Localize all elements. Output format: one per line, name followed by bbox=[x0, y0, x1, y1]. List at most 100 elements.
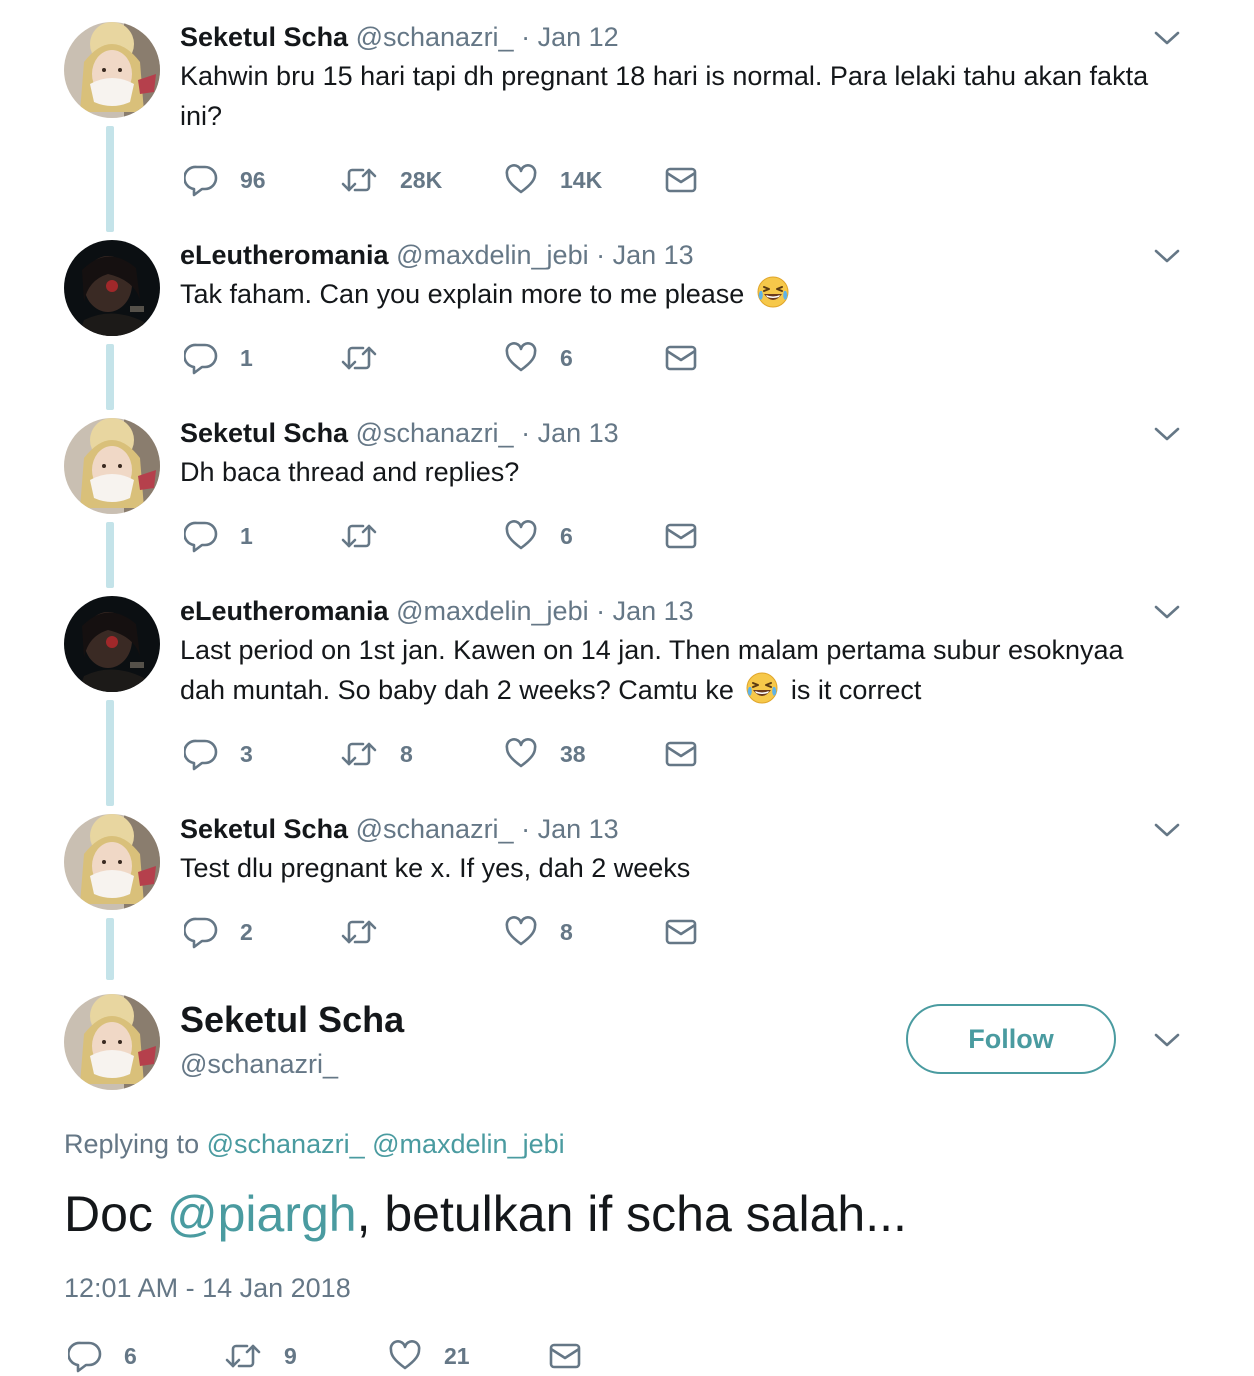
reply-button[interactable]: 2 bbox=[184, 912, 253, 952]
face-with-tears-of-joy-emoji bbox=[745, 671, 779, 705]
like-button[interactable]: 6 bbox=[504, 338, 573, 378]
user-handle[interactable]: @schanazri_ bbox=[356, 22, 514, 52]
avatar[interactable] bbox=[64, 994, 160, 1090]
dm-button[interactable] bbox=[548, 1336, 582, 1376]
retweet-button[interactable] bbox=[340, 912, 378, 952]
reply-button[interactable]: 6 bbox=[68, 1336, 137, 1376]
chevron-down-icon[interactable] bbox=[1154, 30, 1180, 46]
reply-count: 6 bbox=[124, 1342, 137, 1369]
chevron-down-icon[interactable] bbox=[1154, 1032, 1180, 1048]
tweet-header: Seketul Scha @schanazri_ · Jan 13 bbox=[180, 812, 619, 846]
retweet-count: 28K bbox=[400, 166, 443, 193]
display-name[interactable]: Seketul Scha bbox=[180, 22, 348, 52]
tweet-text-content: , betulkan if scha salah... bbox=[356, 1186, 907, 1242]
follow-button[interactable]: Follow bbox=[906, 1004, 1116, 1074]
reply-count: 96 bbox=[240, 166, 266, 193]
tweet-text: Test dlu pregnant ke x. If yes, dah 2 we… bbox=[180, 853, 691, 883]
tweet-date[interactable]: Jan 12 bbox=[538, 22, 619, 52]
avatar[interactable] bbox=[64, 22, 160, 118]
thread-connector-line bbox=[106, 700, 114, 806]
like-button[interactable]: 6 bbox=[504, 516, 573, 556]
tweet-header: Seketul Scha @schanazri_ · Jan 13 bbox=[180, 416, 619, 450]
reply-button[interactable]: 1 bbox=[184, 516, 253, 556]
tweet-text: Dh baca thread and replies? bbox=[180, 457, 520, 487]
like-button[interactable]: 8 bbox=[504, 912, 573, 952]
reply-button[interactable]: 1 bbox=[184, 338, 253, 378]
tweet-text-content: Tak faham. Can you explain more to me pl… bbox=[180, 279, 745, 309]
chevron-down-icon[interactable] bbox=[1154, 426, 1180, 442]
display-name[interactable]: eLeutheromania bbox=[180, 240, 389, 270]
tweet-date[interactable]: Jan 13 bbox=[613, 240, 694, 270]
dm-button[interactable] bbox=[664, 734, 698, 774]
avatar[interactable] bbox=[64, 814, 160, 910]
chevron-down-icon[interactable] bbox=[1154, 604, 1180, 620]
retweet-count: 8 bbox=[400, 740, 413, 767]
like-button[interactable]: 38 bbox=[504, 734, 586, 774]
tweet-text-content: Last period on 1st jan. Kawen on 14 jan.… bbox=[180, 635, 1124, 705]
like-button[interactable]: 21 bbox=[388, 1336, 470, 1376]
tweet-text: Tak faham. Can you explain more to me pl… bbox=[180, 274, 1180, 314]
tweet-date[interactable]: Jan 13 bbox=[613, 596, 694, 626]
dm-button[interactable] bbox=[664, 338, 698, 378]
reply-count: 1 bbox=[240, 344, 253, 371]
mention-link[interactable]: @schanazri_ bbox=[207, 1129, 365, 1159]
avatar[interactable] bbox=[64, 596, 160, 692]
reply-icon bbox=[184, 163, 218, 197]
tweet-timestamp[interactable]: 12:01 AM - 14 Jan 2018 bbox=[64, 1270, 351, 1306]
reply-count: 2 bbox=[240, 918, 253, 945]
thread-connector-line bbox=[106, 126, 114, 232]
display-name[interactable]: Seketul Scha bbox=[180, 418, 348, 448]
reply-icon bbox=[184, 519, 218, 553]
reply-icon bbox=[68, 1339, 102, 1373]
retweet-icon bbox=[340, 915, 378, 949]
reply-button[interactable]: 96 bbox=[184, 160, 266, 200]
avatar[interactable] bbox=[64, 240, 160, 336]
retweet-icon bbox=[340, 519, 378, 553]
display-name[interactable]: eLeutheromania bbox=[180, 596, 389, 626]
user-handle[interactable]: @schanazri_ bbox=[356, 418, 514, 448]
heart-icon bbox=[504, 163, 538, 197]
heart-icon bbox=[504, 519, 538, 553]
heart-icon bbox=[504, 737, 538, 771]
retweet-icon bbox=[340, 163, 378, 197]
like-count: 38 bbox=[560, 740, 586, 767]
reply-icon bbox=[184, 737, 218, 771]
retweet-button[interactable]: 9 bbox=[224, 1336, 297, 1376]
separator: · bbox=[521, 418, 531, 448]
user-handle[interactable]: @schanazri_ bbox=[180, 1046, 338, 1082]
tweet-date[interactable]: Jan 13 bbox=[538, 418, 619, 448]
thread-connector-line bbox=[106, 522, 114, 588]
tweet-text: Kahwin bru 15 hari tapi dh pregnant 18 h… bbox=[180, 61, 1149, 131]
reply-button[interactable]: 3 bbox=[184, 734, 253, 774]
chevron-down-icon[interactable] bbox=[1154, 248, 1180, 264]
mention-link[interactable]: @piargh bbox=[167, 1186, 357, 1242]
user-handle[interactable]: @maxdelin_jebi bbox=[396, 240, 589, 270]
envelope-icon bbox=[548, 1341, 582, 1371]
separator: · bbox=[521, 22, 531, 52]
envelope-icon bbox=[664, 521, 698, 551]
dm-button[interactable] bbox=[664, 516, 698, 556]
retweet-button[interactable]: 8 bbox=[340, 734, 413, 774]
like-button[interactable]: 14K bbox=[504, 160, 602, 200]
retweet-button[interactable]: 28K bbox=[340, 160, 442, 200]
like-count: 8 bbox=[560, 918, 573, 945]
tweet-text: Doc @piargh, betulkan if scha salah... bbox=[64, 1182, 907, 1246]
user-handle[interactable]: @maxdelin_jebi bbox=[396, 596, 589, 626]
tweet-header: eLeutheromania @maxdelin_jebi · Jan 13 bbox=[180, 594, 694, 628]
face-with-tears-of-joy-emoji bbox=[756, 275, 790, 309]
user-handle[interactable]: @schanazri_ bbox=[356, 814, 514, 844]
retweet-button[interactable] bbox=[340, 338, 378, 378]
envelope-icon bbox=[664, 917, 698, 947]
tweet-date[interactable]: Jan 13 bbox=[538, 814, 619, 844]
display-name[interactable]: Seketul Scha bbox=[180, 814, 348, 844]
replying-to-label: Replying to bbox=[64, 1129, 200, 1159]
avatar[interactable] bbox=[64, 418, 160, 514]
dm-button[interactable] bbox=[664, 912, 698, 952]
reply-icon bbox=[184, 915, 218, 949]
retweet-button[interactable] bbox=[340, 516, 378, 556]
chevron-down-icon[interactable] bbox=[1154, 822, 1180, 838]
thread-connector-line bbox=[106, 918, 114, 980]
display-name[interactable]: Seketul Scha bbox=[180, 998, 404, 1042]
mention-link[interactable]: @maxdelin_jebi bbox=[372, 1129, 565, 1159]
dm-button[interactable] bbox=[664, 160, 698, 200]
